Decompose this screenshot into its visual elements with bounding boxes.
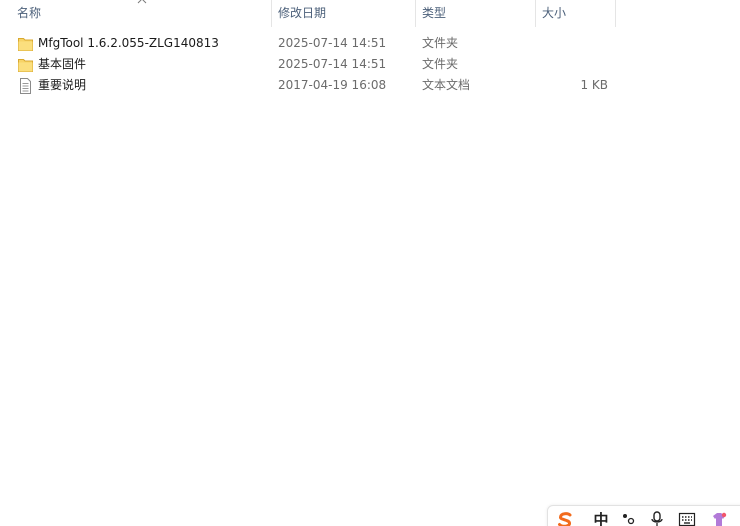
column-header-date[interactable]: 修改日期	[278, 0, 326, 27]
file-name: 重要说明	[38, 78, 87, 92]
folder-icon	[18, 59, 33, 72]
keyboard-icon[interactable]	[676, 510, 698, 526]
file-row[interactable]: 基本固件 2025-07-14 14:51 文件夹	[0, 54, 620, 75]
file-name: 基本固件	[38, 57, 87, 71]
file-size: 1 KB	[580, 78, 608, 92]
column-header-size[interactable]: 大小	[542, 0, 566, 27]
column-header-type[interactable]: 类型	[422, 0, 446, 27]
sogou-s-icon[interactable]	[554, 510, 576, 526]
sort-ascending-icon	[137, 0, 147, 4]
column-divider[interactable]	[535, 0, 536, 27]
file-row[interactable]: 重要说明 2017-04-19 16:08 文本文档 1 KB	[0, 75, 620, 96]
column-divider[interactable]	[615, 0, 616, 27]
folder-icon	[18, 38, 33, 51]
file-modified-date: 2025-07-14 14:51	[278, 36, 387, 50]
input-mode-toggle[interactable]: 中	[590, 510, 612, 526]
microphone-icon[interactable]	[646, 510, 668, 526]
punctuation-icon[interactable]	[618, 510, 640, 526]
column-header-bar: 名称 修改日期 类型 大小	[0, 0, 740, 27]
skin-icon[interactable]	[708, 510, 730, 526]
text-document-icon	[20, 78, 31, 94]
file-explorer-list: 名称 修改日期 类型 大小 MfgTool 1.6.2.055-ZLG14081…	[0, 0, 740, 526]
file-modified-date: 2025-07-14 14:51	[278, 57, 387, 71]
column-header-name[interactable]: 名称	[17, 0, 41, 27]
file-modified-date: 2017-04-19 16:08	[278, 78, 387, 92]
ime-toolbar: 中	[547, 505, 740, 526]
column-divider[interactable]	[271, 0, 272, 27]
file-type: 文件夹	[422, 57, 459, 71]
file-name: MfgTool 1.6.2.055-ZLG140813	[38, 36, 219, 50]
file-size	[540, 33, 608, 54]
file-type: 文本文档	[422, 78, 471, 92]
file-row[interactable]: MfgTool 1.6.2.055-ZLG140813 2025-07-14 1…	[0, 33, 620, 54]
file-type: 文件夹	[422, 36, 459, 50]
file-size	[540, 54, 608, 75]
column-divider[interactable]	[415, 0, 416, 27]
